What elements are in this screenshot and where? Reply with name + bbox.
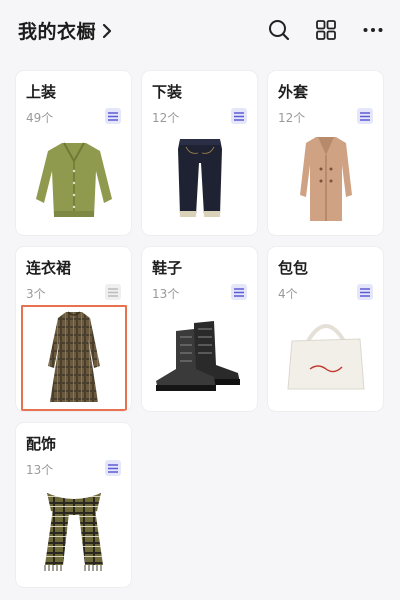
category-name: 上装 (26, 83, 57, 101)
category-card-tops[interactable]: 上装 49个 (16, 71, 131, 235)
wardrobe-title-button[interactable]: 我的衣橱 (18, 17, 112, 44)
category-count: 49个 (26, 111, 54, 125)
category-card-dresses[interactable]: 连衣裙 3个 (16, 247, 131, 411)
category-card-accessories[interactable]: 配饰 13个 (16, 423, 131, 587)
category-count: 12个 (278, 111, 306, 125)
list-icon[interactable] (105, 460, 121, 476)
category-count: 12个 (152, 111, 180, 125)
more-icon[interactable] (361, 18, 385, 42)
category-name: 外套 (278, 83, 309, 101)
category-card-coats[interactable]: 外套 12个 (268, 71, 383, 235)
category-name: 包包 (278, 259, 309, 277)
list-icon[interactable] (357, 284, 373, 300)
list-icon[interactable] (231, 284, 247, 300)
plaid-dress-image[interactable] (21, 305, 127, 411)
category-count: 3个 (26, 287, 46, 301)
search-icon[interactable] (267, 18, 291, 42)
page-title: 我的衣橱 (18, 21, 97, 43)
chevron-right-icon (102, 23, 112, 39)
plaid-scarf-image (24, 485, 123, 577)
grid-icon[interactable] (314, 18, 338, 42)
category-name: 配饰 (26, 435, 57, 453)
dark-jeans-image (150, 133, 249, 225)
category-card-bottoms[interactable]: 下装 12个 (142, 71, 257, 235)
green-cardigan-image (24, 133, 123, 225)
category-count: 13个 (152, 287, 180, 301)
header-bar: 我的衣橱 (0, 0, 400, 60)
white-tote-image (276, 309, 375, 401)
list-icon[interactable] (231, 108, 247, 124)
category-count: 4个 (278, 287, 298, 301)
black-boots-image (150, 309, 249, 401)
category-name: 连衣裙 (26, 259, 72, 277)
list-icon[interactable] (105, 108, 121, 124)
category-card-shoes[interactable]: 鞋子 13个 (142, 247, 257, 411)
list-icon[interactable] (357, 108, 373, 124)
category-name: 下装 (152, 83, 183, 101)
list-icon[interactable] (105, 284, 121, 300)
category-count: 13个 (26, 463, 54, 477)
camel-coat-image (276, 133, 375, 225)
category-card-bags[interactable]: 包包 4个 (268, 247, 383, 411)
category-name: 鞋子 (152, 259, 183, 277)
